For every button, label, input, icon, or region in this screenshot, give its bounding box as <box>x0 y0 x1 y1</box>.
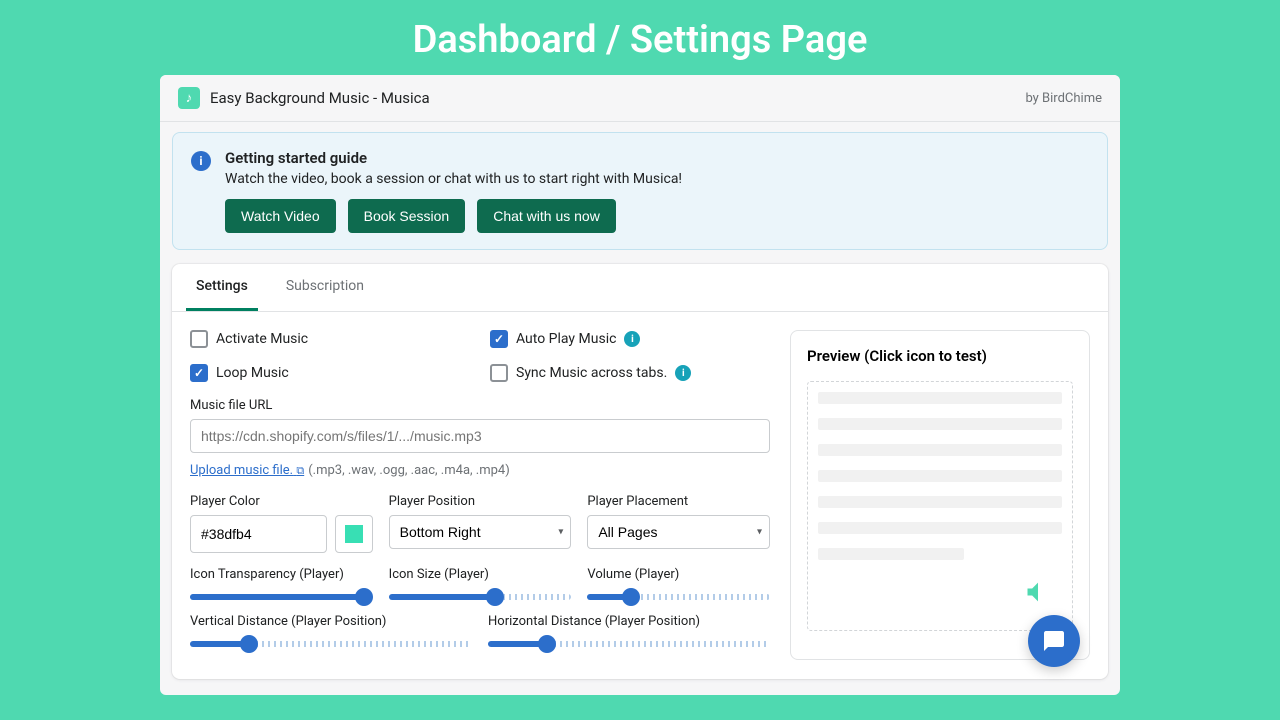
guide-title: Getting started guide <box>225 149 682 167</box>
player-position-select[interactable]: Bottom Right <box>389 515 572 549</box>
preview-area <box>807 381 1073 631</box>
loop-music-checkbox[interactable] <box>190 364 208 382</box>
sync-music-checkbox[interactable] <box>490 364 508 382</box>
book-session-button[interactable]: Book Session <box>348 199 466 233</box>
app-name: Easy Background Music - Musica <box>210 89 430 107</box>
loop-music-label: Loop Music <box>216 365 289 381</box>
getting-started-card: i Getting started guide Watch the video,… <box>172 132 1108 250</box>
player-placement-select[interactable]: All Pages <box>587 515 770 549</box>
sync-music-label: Sync Music across tabs. <box>516 365 667 381</box>
activate-music-checkbox[interactable] <box>190 330 208 348</box>
player-position-label: Player Position <box>389 494 572 509</box>
chat-now-button[interactable]: Chat with us now <box>477 199 616 233</box>
app-logo-icon: ♪ <box>178 87 200 109</box>
volume-slider[interactable] <box>587 594 770 600</box>
chat-icon <box>1042 629 1066 653</box>
player-placement-label: Player Placement <box>587 494 770 509</box>
music-url-input[interactable] <box>190 419 770 453</box>
icon-size-slider[interactable] <box>389 594 572 600</box>
autoplay-music-checkbox[interactable] <box>490 330 508 348</box>
speaker-icon[interactable] <box>1024 578 1052 610</box>
horizontal-distance-label: Horizontal Distance (Player Position) <box>488 614 770 629</box>
icon-transparency-slider[interactable] <box>190 594 373 600</box>
settings-card: Settings Subscription Activate Music Aut… <box>172 264 1108 679</box>
icon-transparency-label: Icon Transparency (Player) <box>190 567 373 582</box>
activate-music-label: Activate Music <box>216 331 308 347</box>
chat-fab-button[interactable] <box>1028 615 1080 667</box>
tab-settings[interactable]: Settings <box>186 264 258 311</box>
volume-label: Volume (Player) <box>587 567 770 582</box>
music-url-label: Music file URL <box>190 398 770 413</box>
player-color-label: Player Color <box>190 494 373 509</box>
info-icon: i <box>191 151 211 171</box>
horizontal-distance-slider[interactable] <box>488 641 770 647</box>
vertical-distance-slider[interactable] <box>190 641 472 647</box>
external-link-icon: ⧉ <box>296 464 304 477</box>
app-window: ♪ Easy Background Music - Musica by Bird… <box>160 75 1120 695</box>
tab-subscription[interactable]: Subscription <box>276 264 374 311</box>
sync-info-icon[interactable]: i <box>675 365 691 381</box>
preview-title: Preview (Click icon to test) <box>807 347 1073 365</box>
autoplay-music-label: Auto Play Music <box>516 331 616 347</box>
app-author: by BirdChime <box>1025 91 1102 106</box>
autoplay-info-icon[interactable]: i <box>624 331 640 347</box>
page-title: Dashboard / Settings Page <box>0 0 1280 72</box>
tabs: Settings Subscription <box>172 264 1108 312</box>
guide-description: Watch the video, book a session or chat … <box>225 171 682 187</box>
upload-music-link[interactable]: Upload music file. ⧉ <box>190 463 304 478</box>
icon-size-label: Icon Size (Player) <box>389 567 572 582</box>
vertical-distance-label: Vertical Distance (Player Position) <box>190 614 472 629</box>
player-color-input[interactable] <box>190 515 327 553</box>
file-extensions-hint: (.mp3, .wav, .ogg, .aac, .m4a, .mp4) <box>308 463 510 478</box>
player-color-swatch[interactable] <box>335 515 373 553</box>
app-header: ♪ Easy Background Music - Musica by Bird… <box>160 75 1120 122</box>
preview-card: Preview (Click icon to test) <box>790 330 1090 660</box>
watch-video-button[interactable]: Watch Video <box>225 199 336 233</box>
